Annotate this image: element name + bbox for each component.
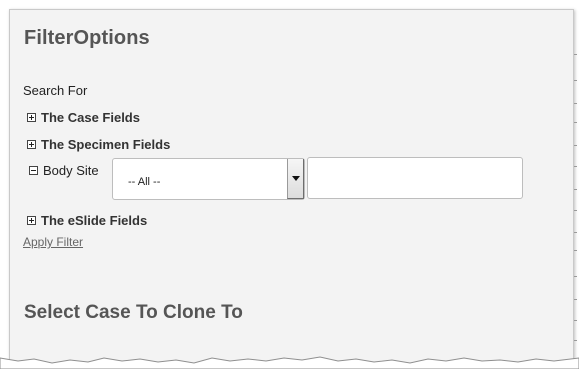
apply-filter-link[interactable]: Apply Filter xyxy=(23,235,83,249)
screenshot-frame: FilterOptions Search For The Case Fields… xyxy=(0,0,579,369)
specimen-fields-label: The Specimen Fields xyxy=(41,137,171,152)
body-site-label: Body Site xyxy=(43,163,99,178)
body-site-select-value: -- All -- xyxy=(128,176,161,188)
body-site-row: Body Site xyxy=(29,163,99,178)
select-case-to-clone-title: Select Case To Clone To xyxy=(24,302,243,323)
case-fields-label: The Case Fields xyxy=(41,110,140,125)
eslide-fields-label: The eSlide Fields xyxy=(41,213,148,228)
case-fields-toggle[interactable]: The Case Fields xyxy=(27,110,140,125)
minus-box-icon[interactable] xyxy=(29,166,38,175)
torn-edge-decoration xyxy=(0,356,579,369)
chevron-down-icon xyxy=(292,176,300,181)
dropdown-button[interactable] xyxy=(287,159,304,199)
plus-box-icon[interactable] xyxy=(27,140,36,149)
panel-right-edge xyxy=(573,14,579,359)
body-site-select[interactable]: -- All -- xyxy=(112,158,305,200)
specimen-fields-toggle[interactable]: The Specimen Fields xyxy=(27,137,170,152)
search-for-label: Search For xyxy=(23,83,88,98)
plus-box-icon[interactable] xyxy=(27,113,36,122)
plus-box-icon[interactable] xyxy=(27,216,36,225)
filter-options-title: FilterOptions xyxy=(24,27,150,49)
eslide-fields-toggle[interactable]: The eSlide Fields xyxy=(27,213,147,228)
body-site-text-input[interactable] xyxy=(307,157,523,199)
